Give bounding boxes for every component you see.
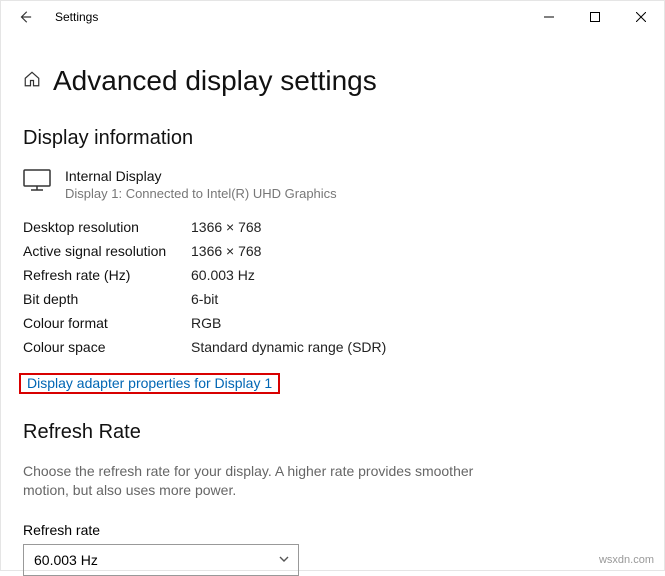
close-button[interactable] bbox=[618, 1, 664, 33]
titlebar: Settings bbox=[1, 1, 664, 33]
label-colour-space: Colour space bbox=[23, 339, 191, 355]
close-icon bbox=[636, 12, 646, 22]
monitor-icon bbox=[23, 168, 51, 201]
maximize-button[interactable] bbox=[572, 1, 618, 33]
row-active-resolution: Active signal resolution 1366 × 768 bbox=[23, 243, 642, 259]
row-desktop-resolution: Desktop resolution 1366 × 768 bbox=[23, 219, 642, 235]
refresh-rate-description: Choose the refresh rate for your display… bbox=[23, 462, 483, 500]
adapter-link-highlight: Display adapter properties for Display 1 bbox=[19, 373, 280, 394]
window-title: Settings bbox=[55, 10, 98, 24]
value-bit-depth: 6-bit bbox=[191, 291, 218, 307]
back-button[interactable] bbox=[9, 1, 41, 33]
page-header: Advanced display settings bbox=[23, 65, 642, 97]
value-colour-format: RGB bbox=[191, 315, 221, 331]
maximize-icon bbox=[590, 12, 600, 22]
label-desktop-resolution: Desktop resolution bbox=[23, 219, 191, 235]
home-icon[interactable] bbox=[23, 70, 41, 93]
display-device-block: Internal Display Display 1: Connected to… bbox=[23, 168, 642, 201]
page-content: Advanced display settings Display inform… bbox=[1, 33, 664, 576]
row-colour-space: Colour space Standard dynamic range (SDR… bbox=[23, 339, 642, 355]
refresh-rate-field-label: Refresh rate bbox=[23, 522, 642, 538]
watermark: wsxdn.com bbox=[599, 554, 654, 566]
row-colour-format: Colour format RGB bbox=[23, 315, 642, 331]
value-active-resolution: 1366 × 768 bbox=[191, 243, 261, 259]
value-refresh-rate: 60.003 Hz bbox=[191, 267, 255, 283]
minimize-icon bbox=[544, 12, 554, 22]
chevron-down-icon bbox=[278, 552, 290, 568]
section-display-info-title: Display information bbox=[23, 127, 642, 150]
section-refresh-rate: Refresh Rate Choose the refresh rate for… bbox=[23, 421, 642, 576]
value-desktop-resolution: 1366 × 768 bbox=[191, 219, 261, 235]
label-colour-format: Colour format bbox=[23, 315, 191, 331]
arrow-left-icon bbox=[18, 10, 32, 24]
window-controls bbox=[526, 1, 664, 33]
row-bit-depth: Bit depth 6-bit bbox=[23, 291, 642, 307]
label-active-resolution: Active signal resolution bbox=[23, 243, 191, 259]
display-name: Internal Display bbox=[65, 168, 337, 184]
minimize-button[interactable] bbox=[526, 1, 572, 33]
label-bit-depth: Bit depth bbox=[23, 291, 191, 307]
row-refresh-rate: Refresh rate (Hz) 60.003 Hz bbox=[23, 267, 642, 283]
page-title: Advanced display settings bbox=[53, 65, 377, 97]
section-refresh-rate-title: Refresh Rate bbox=[23, 421, 642, 444]
value-colour-space: Standard dynamic range (SDR) bbox=[191, 339, 386, 355]
refresh-rate-selected-value: 60.003 Hz bbox=[34, 552, 98, 568]
display-adapter-properties-link[interactable]: Display adapter properties for Display 1 bbox=[23, 373, 276, 393]
label-refresh-rate: Refresh rate (Hz) bbox=[23, 267, 191, 283]
display-connection: Display 1: Connected to Intel(R) UHD Gra… bbox=[65, 186, 337, 201]
